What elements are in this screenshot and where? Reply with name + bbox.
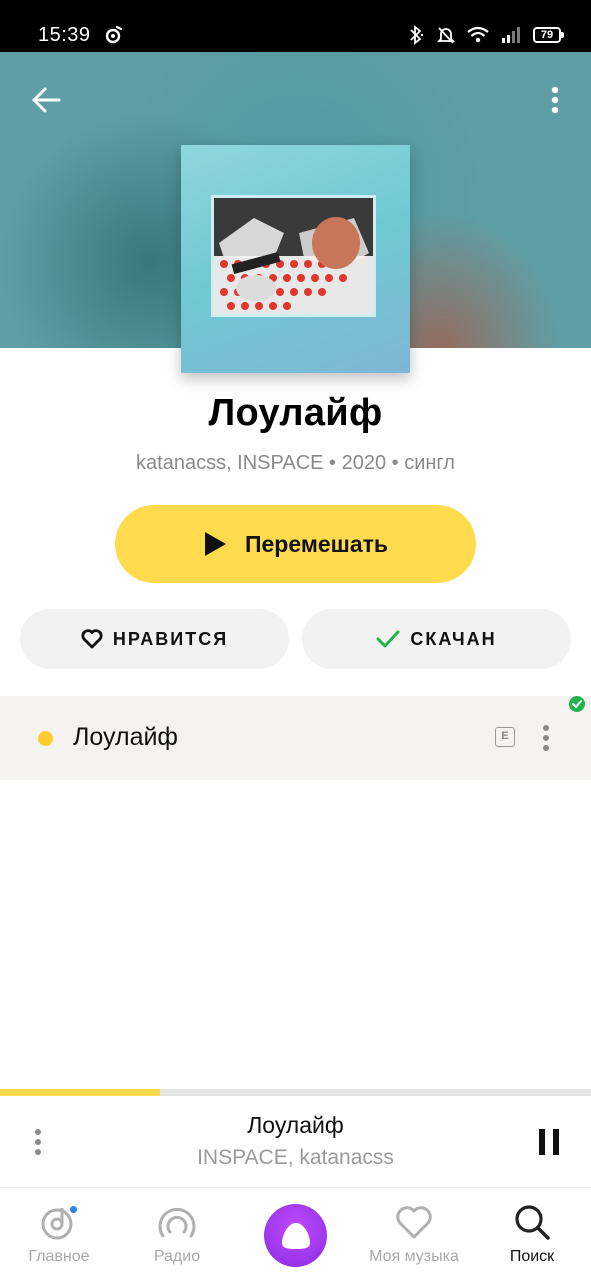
downloaded-check-badge [569, 696, 585, 712]
nav-label-main: Главное [28, 1248, 90, 1265]
shuffle-label: Перемешать [244, 530, 389, 557]
track-more-button[interactable] [532, 718, 560, 758]
check-icon [376, 630, 400, 648]
more-options-button[interactable] [537, 78, 573, 122]
nav-label-search: Поиск [509, 1248, 555, 1265]
status-time: 15:39 [38, 24, 91, 46]
mini-player[interactable]: Лоулайф INSPACE, katanacss [0, 1096, 591, 1188]
downloaded-button[interactable]: СКАЧАН [302, 609, 571, 669]
like-button[interactable]: НРАВИТСЯ [20, 609, 289, 669]
nav-item-search[interactable]: Поиск [473, 1188, 591, 1280]
player-artist: INSPACE, katanacss [197, 1146, 394, 1169]
track-title: Лоулайф [73, 723, 179, 751]
shuffle-button[interactable]: Перемешать [115, 505, 476, 583]
explicit-badge: E [495, 727, 515, 747]
player-track-title: Лоулайф [247, 1112, 344, 1138]
nav-item-radio[interactable]: Радио [118, 1188, 236, 1280]
album-cover [181, 145, 410, 373]
check-icon [572, 700, 582, 708]
back-button[interactable] [24, 78, 68, 122]
album-cover-photo [211, 195, 376, 317]
more-vertical-icon [551, 86, 559, 114]
radio-icon [158, 1207, 196, 1238]
cover-artwork-image [214, 198, 373, 314]
pause-button[interactable] [526, 1122, 572, 1162]
alice-icon [281, 1222, 310, 1249]
now-playing-dot [38, 731, 53, 746]
status-bar: 15:39 79 [0, 0, 591, 52]
heart-outline-icon [81, 629, 103, 649]
search-icon [515, 1205, 550, 1240]
playback-progress-fill [0, 1089, 160, 1096]
downloaded-label: СКАЧАН [410, 628, 497, 649]
music-app-status-icon [105, 25, 123, 44]
bottom-navigation: Главное Радио Моя музыка Поиск [0, 1188, 591, 1280]
mute-icon [437, 27, 455, 44]
alice-assistant-button[interactable] [264, 1204, 327, 1267]
heart-icon [396, 1206, 432, 1239]
album-title: Лоулайф [208, 392, 383, 434]
signal-icon [502, 27, 520, 43]
like-label: НРАВИТСЯ [112, 628, 229, 649]
pause-icon [539, 1129, 559, 1155]
nav-item-main[interactable]: Главное [0, 1188, 118, 1280]
notification-dot [68, 1204, 79, 1215]
nav-label-radio: Радио [153, 1248, 201, 1265]
nav-item-my-music[interactable]: Моя музыка [355, 1188, 473, 1280]
battery-icon: 79 [533, 27, 564, 43]
playback-progress-bar[interactable] [0, 1089, 591, 1096]
track-row[interactable]: Лоулайф E [0, 696, 591, 780]
nav-label-my-music: Моя музыка [369, 1248, 459, 1265]
status-icons: 79 [407, 24, 564, 46]
album-meta: katanacss, INSPACE • 2020 • сингл [136, 452, 455, 474]
bluetooth-icon [410, 25, 424, 45]
play-icon [204, 532, 226, 556]
more-vertical-icon [543, 725, 549, 751]
arrow-left-icon [32, 87, 61, 113]
wifi-icon [467, 26, 489, 43]
